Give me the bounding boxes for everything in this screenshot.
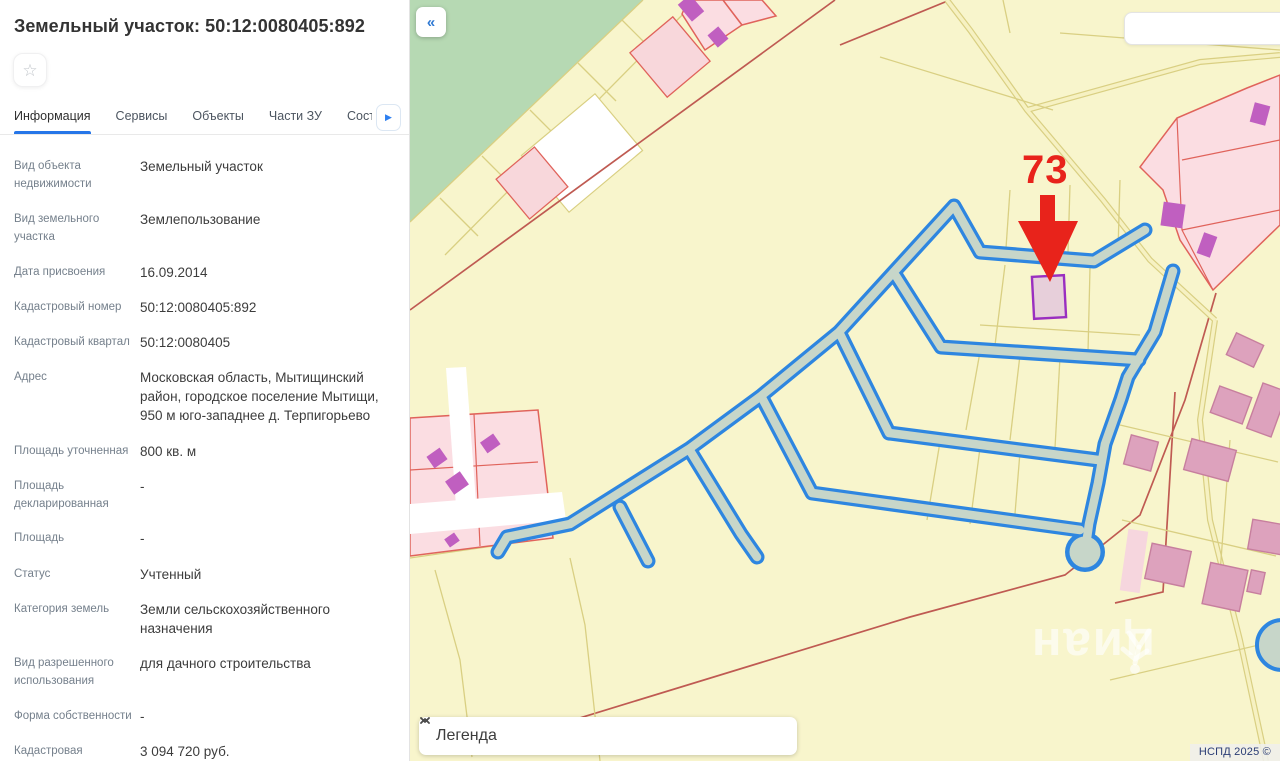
field-label: Площадь декларированная (14, 477, 140, 514)
field-label: Вид объекта недвижимости (14, 157, 140, 194)
map-canvas[interactable]: 73 « Легенда циан НСПД 2025 © (410, 0, 1280, 761)
map-background (410, 0, 1280, 761)
parcel-info-panel: Земельный участок: 50:12:0080405:892 ☆ И… (0, 0, 410, 761)
chevron-right-icon: ▶ (385, 112, 392, 123)
field-label: Категория земель (14, 600, 140, 638)
field-row: Категория земельЗемли сельскохозяйственн… (14, 600, 393, 638)
field-value: - (140, 529, 393, 548)
field-label: Вид земельного участка (14, 210, 140, 247)
field-row: Кадастровый квартал50:12:0080405 (14, 333, 393, 352)
star-icon: ☆ (22, 62, 37, 79)
field-value: 50:12:0080405:892 (140, 298, 393, 317)
field-value: 800 кв. м (140, 442, 393, 461)
field-label: Форма собственности (14, 707, 140, 726)
field-row: Форма собственности- (14, 707, 393, 726)
tabs-bar: Информация Сервисы Объекты Части ЗУ Состав ▶ (0, 101, 409, 135)
field-value: 16.09.2014 (140, 263, 393, 282)
field-label: Кадастровый номер (14, 298, 140, 317)
legend-dropdown[interactable]: Легенда (419, 717, 797, 755)
field-row: Вид разрешенного использованиядля дачног… (14, 654, 393, 691)
field-row: Вид объекта недвижимостиЗемельный участо… (14, 157, 393, 194)
field-row: Вид земельного участкаЗемлепользование (14, 210, 393, 247)
field-label: Площадь уточненная (14, 442, 140, 461)
field-label: Площадь (14, 529, 140, 548)
field-label: Кадастровый квартал (14, 333, 140, 352)
field-row: Площадь- (14, 529, 393, 548)
field-value: Московская область, Мытищинский район, г… (140, 368, 393, 425)
field-value: Земельный участок (140, 157, 393, 194)
field-row: АдресМосковская область, Мытищинский рай… (14, 368, 393, 425)
tab-состав[interactable]: Состав (347, 101, 372, 134)
parcel-marker-label: 73 (1022, 148, 1069, 192)
fields-list: Вид объекта недвижимостиЗемельный участо… (0, 135, 409, 761)
favorite-button[interactable]: ☆ (13, 53, 47, 87)
field-label: Вид разрешенного использования (14, 654, 140, 691)
app-window: Земельный участок: 50:12:0080405:892 ☆ И… (0, 0, 1280, 761)
map-svg: 73 (410, 0, 1280, 761)
tabs-more-button[interactable]: ▶ (376, 104, 401, 131)
tab-сервисы[interactable]: Сервисы (116, 101, 168, 134)
search-input[interactable] (1124, 12, 1280, 45)
field-label: Адрес (14, 368, 140, 425)
field-value: Учтенный (140, 565, 393, 584)
field-label: Статус (14, 565, 140, 584)
field-row: Дата присвоения16.09.2014 (14, 263, 393, 282)
legend-label: Легенда (436, 727, 497, 745)
field-row: Площадь декларированная- (14, 477, 393, 514)
field-value: Землепользование (140, 210, 393, 247)
copyright-label: НСПД 2025 © (1190, 744, 1280, 761)
field-row: Кадастровый номер50:12:0080405:892 (14, 298, 393, 317)
field-value: Земли сельскохозяйственного назначения (140, 600, 393, 638)
field-value: - (140, 707, 393, 726)
field-row: СтатусУчтенный (14, 565, 393, 584)
field-row: Кадастровая стоимость3 094 720 руб. (14, 742, 393, 761)
field-value: 3 094 720 руб. (140, 742, 393, 761)
field-row: Площадь уточненная800 кв. м (14, 442, 393, 461)
highlighted-parcel[interactable] (1032, 275, 1066, 319)
page-title: Земельный участок: 50:12:0080405:892 (0, 0, 409, 37)
tab-объекты[interactable]: Объекты (192, 101, 244, 134)
field-value: для дачного строительства (140, 654, 393, 691)
collapse-panel-button[interactable]: « (416, 7, 446, 37)
tabs-list: Информация Сервисы Объекты Части ЗУ Состав (14, 101, 372, 134)
field-label: Кадастровая стоимость (14, 742, 140, 761)
field-value: - (140, 477, 393, 514)
tab-части-зу[interactable]: Части ЗУ (269, 101, 322, 134)
field-label: Дата присвоения (14, 263, 140, 282)
field-value: 50:12:0080405 (140, 333, 393, 352)
tab-информация[interactable]: Информация (14, 101, 91, 134)
